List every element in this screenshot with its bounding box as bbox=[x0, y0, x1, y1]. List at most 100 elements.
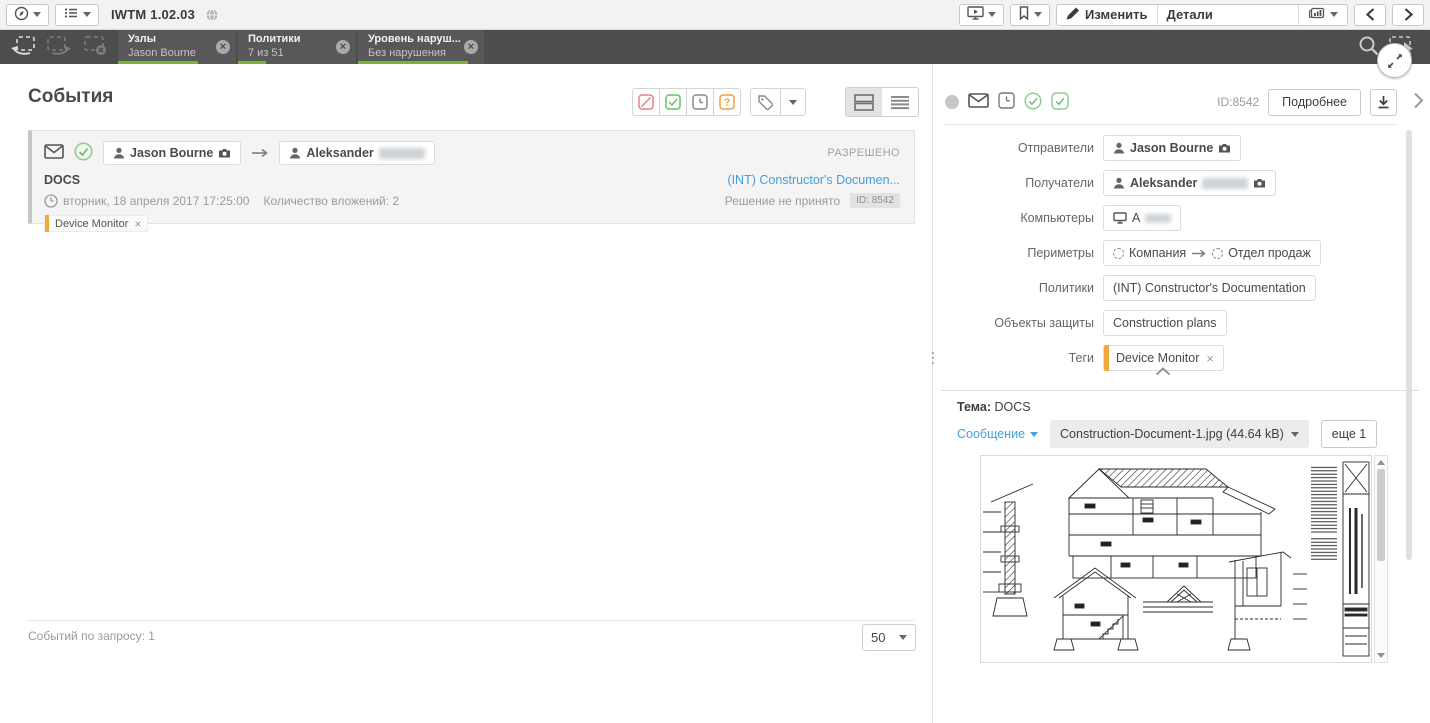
clock-square-icon bbox=[998, 92, 1015, 112]
verdict-allowed-button[interactable] bbox=[659, 88, 687, 116]
protected-object-chip[interactable]: Construction plans bbox=[1103, 310, 1227, 336]
chevron-down-icon bbox=[33, 12, 41, 17]
recipient-chip[interactable]: Aleksander bbox=[1103, 170, 1277, 196]
tag-filter-group bbox=[750, 88, 806, 116]
message-dropdown[interactable]: Сообщение bbox=[957, 427, 1039, 441]
clock-icon bbox=[692, 94, 708, 110]
field-label: Теги bbox=[1068, 351, 1094, 365]
scrollbar-thumb[interactable] bbox=[1377, 469, 1385, 561]
tag-filter-button[interactable] bbox=[750, 88, 781, 116]
perimeter-from: Компания bbox=[1129, 246, 1187, 260]
download-icon bbox=[1378, 96, 1389, 109]
clear-selection-icon[interactable] bbox=[82, 35, 108, 60]
event-id-badge: ID: 8542 bbox=[850, 193, 900, 208]
person-icon bbox=[1114, 177, 1124, 189]
selection-tools bbox=[0, 30, 118, 64]
attachments-count: Количество вложений: 2 bbox=[263, 193, 400, 208]
computer-chip[interactable]: A bbox=[1103, 205, 1182, 231]
bookmark-button[interactable] bbox=[1010, 3, 1050, 26]
prev-event-button[interactable] bbox=[1354, 3, 1386, 26]
verdict-pending-button[interactable] bbox=[686, 88, 714, 116]
details-tab[interactable]: Детали bbox=[1158, 5, 1298, 25]
sender-name: Jason Bourne bbox=[1130, 141, 1214, 155]
chevron-down-icon bbox=[1290, 431, 1299, 437]
page-size-select[interactable]: 50 bbox=[862, 624, 916, 651]
chevron-down-icon bbox=[988, 12, 996, 17]
arrow-right-icon bbox=[251, 146, 269, 161]
download-button[interactable] bbox=[1370, 88, 1397, 116]
chevron-down-icon bbox=[83, 12, 91, 17]
close-icon[interactable]: × bbox=[464, 40, 478, 54]
attachment-preview[interactable] bbox=[980, 455, 1372, 663]
presentation-button[interactable] bbox=[959, 3, 1004, 26]
chevron-right-icon bbox=[1404, 8, 1413, 21]
recipient-chip[interactable]: Aleksander bbox=[279, 141, 435, 165]
globe-icon bbox=[205, 8, 219, 22]
header-divider bbox=[945, 124, 1397, 125]
message-subject: Тема: DOCS bbox=[957, 400, 1031, 414]
close-icon[interactable]: × bbox=[134, 217, 141, 231]
redacted-name bbox=[1202, 177, 1249, 189]
edit-label: Изменить bbox=[1085, 7, 1148, 22]
computer-name: A bbox=[1132, 211, 1141, 225]
close-icon[interactable]: × bbox=[336, 40, 350, 54]
sender-chip[interactable]: Jason Bourne bbox=[103, 141, 242, 165]
preview-scrollbar[interactable] bbox=[1374, 455, 1388, 663]
queries-menu-button[interactable] bbox=[55, 3, 99, 26]
verdict-unknown-button[interactable]: ? bbox=[713, 88, 741, 116]
filter-chip-nodes[interactable]: Узлы Jason Bourne × bbox=[118, 30, 236, 64]
field-row-protected-objects: Объекты защиты Construction plans bbox=[933, 310, 1403, 336]
chevron-down-icon bbox=[789, 99, 797, 105]
undo-selection-icon[interactable] bbox=[10, 35, 36, 60]
tag-icon bbox=[758, 94, 774, 110]
verdict-filter-group: ? bbox=[632, 88, 741, 116]
top-toolbar-right: Изменить Детали bbox=[959, 3, 1424, 26]
details-scrollbar-thumb[interactable] bbox=[1406, 130, 1412, 560]
event-date: вторник, 18 апреля 2017 17:25:00 bbox=[63, 193, 250, 208]
collapse-fields-button[interactable] bbox=[1155, 364, 1171, 379]
attachment-tab[interactable]: Construction-Document-1.jpg (44.64 kB) bbox=[1050, 420, 1309, 448]
events-panel: События ? Jason Bourne Aleksander РАЗРЕШ… bbox=[0, 64, 932, 723]
details-more-button[interactable]: Подробнее bbox=[1268, 88, 1361, 116]
close-icon[interactable]: × bbox=[216, 40, 230, 54]
monitor-icon bbox=[1113, 212, 1127, 224]
clock-icon bbox=[44, 193, 58, 208]
edit-details-group: Изменить Детали bbox=[1056, 3, 1348, 26]
list-view-button[interactable] bbox=[882, 88, 918, 116]
filter-chip-violation-level[interactable]: Уровень наруш... Без нарушения × bbox=[358, 30, 484, 64]
event-subject: DOCS bbox=[44, 173, 81, 187]
scroll-up-icon[interactable] bbox=[1377, 460, 1385, 465]
field-label: Объекты защиты bbox=[994, 316, 1094, 330]
report-button[interactable] bbox=[1298, 4, 1347, 25]
camera-icon bbox=[1219, 144, 1231, 153]
chevron-down-icon bbox=[1030, 431, 1039, 437]
event-tag-chip[interactable]: Device Monitor × bbox=[44, 215, 149, 232]
envelope-icon bbox=[44, 144, 64, 162]
more-attachments-button[interactable]: еще 1 bbox=[1320, 420, 1378, 448]
close-icon[interactable]: × bbox=[1206, 351, 1214, 366]
details-fields: Отправители Jason Bourne Получатели Alek… bbox=[933, 135, 1403, 380]
filter-chip-policies[interactable]: Политики 7 из 51 × bbox=[238, 30, 356, 64]
edit-button[interactable]: Изменить bbox=[1057, 4, 1158, 25]
policy-link[interactable]: (INT) Constructor's Documen... bbox=[727, 173, 900, 187]
pencil-icon bbox=[1066, 7, 1080, 23]
message-tabs: Сообщение Construction-Document-1.jpg (4… bbox=[957, 420, 1378, 448]
redo-selection-icon[interactable] bbox=[46, 35, 72, 60]
dashboard-menu-button[interactable] bbox=[6, 3, 49, 26]
scale-toggle-button[interactable] bbox=[1377, 43, 1412, 78]
filter-chip-value: Jason Bourne bbox=[128, 47, 196, 59]
perimeter-chip[interactable]: Компания Отдел продаж bbox=[1103, 240, 1321, 266]
compass-icon bbox=[14, 6, 29, 24]
verdict-blocked-button[interactable] bbox=[632, 88, 660, 116]
tag-filter-dropdown[interactable] bbox=[780, 88, 806, 116]
scroll-down-icon[interactable] bbox=[1377, 653, 1385, 658]
next-event-button[interactable] bbox=[1392, 3, 1424, 26]
field-row-recipients: Получатели Aleksander bbox=[933, 170, 1403, 196]
collapse-panel-button[interactable] bbox=[1413, 92, 1424, 112]
tag-label: Device Monitor bbox=[1116, 351, 1200, 365]
sender-chip[interactable]: Jason Bourne bbox=[1103, 135, 1242, 161]
view-toggle bbox=[845, 87, 919, 117]
policy-chip[interactable]: (INT) Constructor's Documentation bbox=[1103, 275, 1316, 301]
cards-view-button[interactable] bbox=[846, 88, 882, 116]
event-card[interactable]: Jason Bourne Aleksander РАЗРЕШЕНО DOCS (… bbox=[28, 130, 915, 232]
